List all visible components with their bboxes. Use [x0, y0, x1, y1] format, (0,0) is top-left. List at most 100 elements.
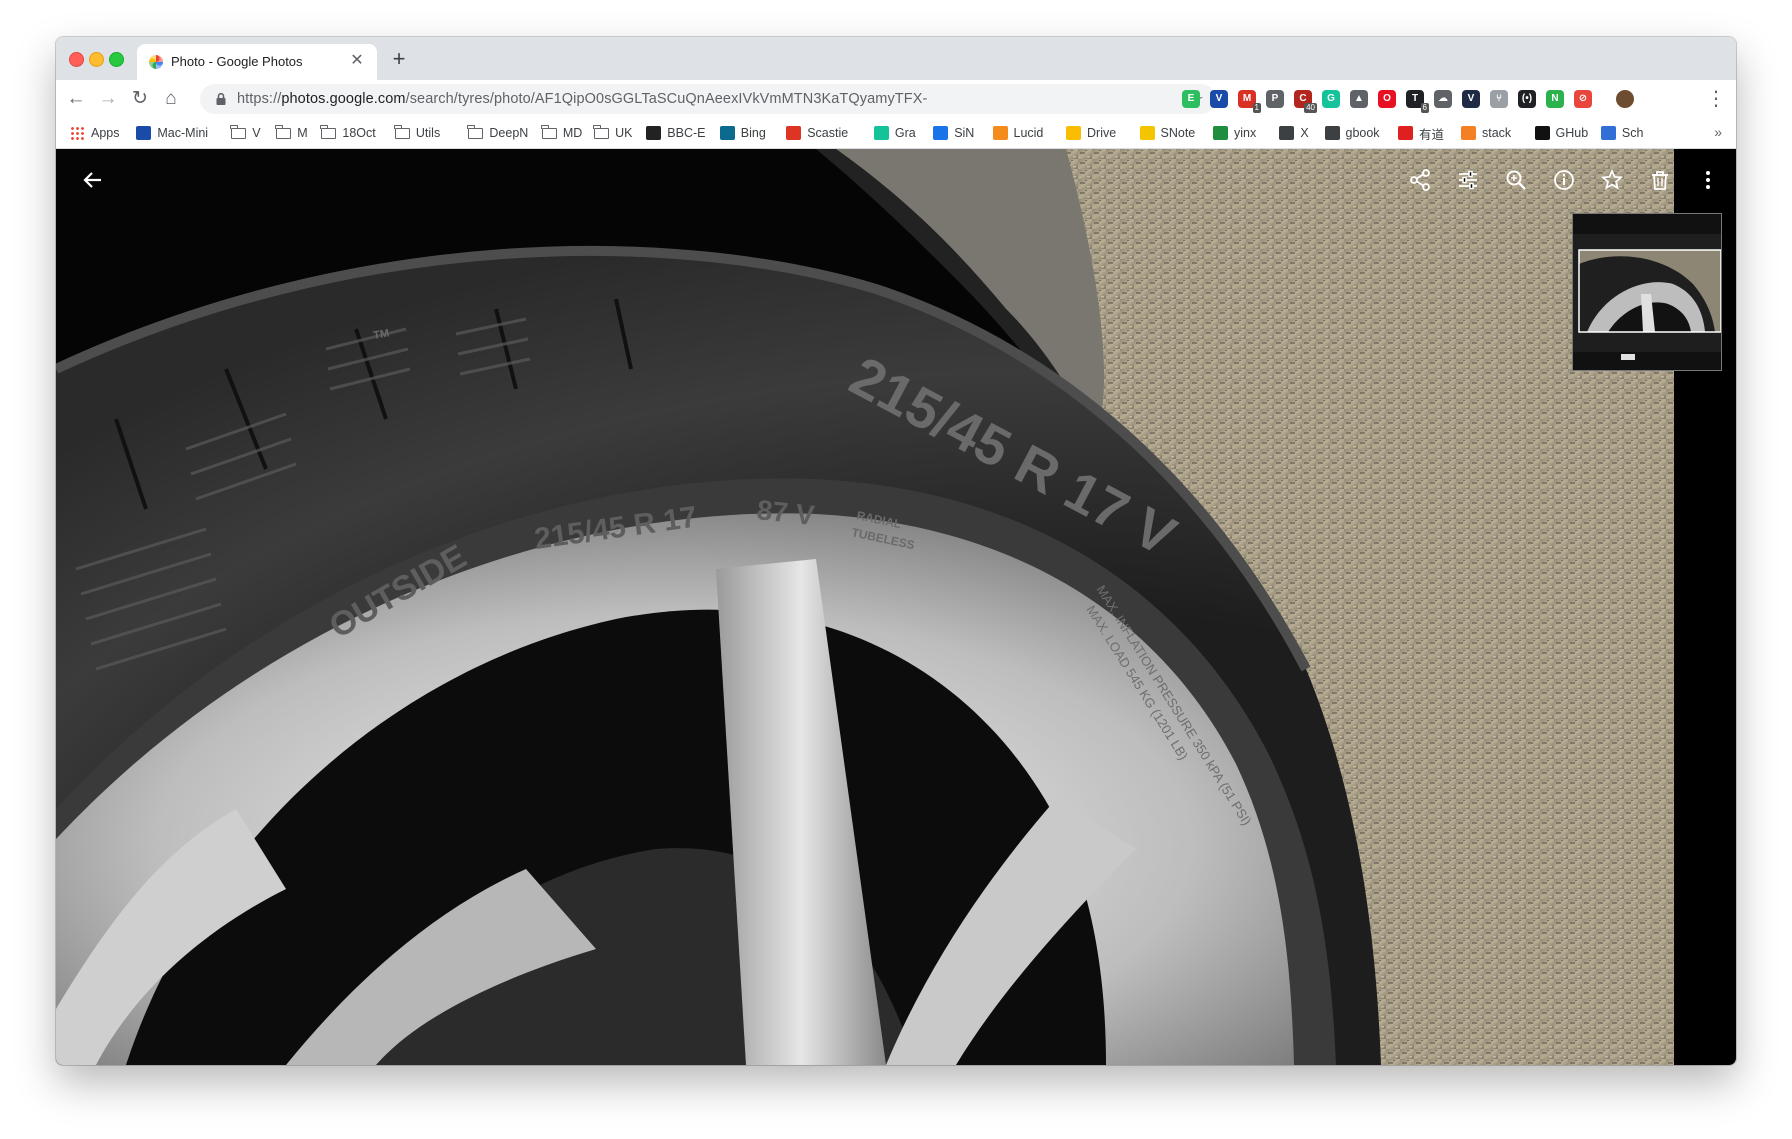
bookmark-label: Lucid	[1013, 126, 1044, 140]
bookmark-utils[interactable]: Utils	[393, 124, 441, 142]
bookmark-label: DeepN	[489, 126, 529, 140]
more-options-icon[interactable]	[1693, 165, 1723, 195]
bookmark-label: gbook	[1345, 126, 1380, 140]
zoom-icon[interactable]	[1501, 165, 1531, 195]
bookmark-label: SNote	[1160, 126, 1196, 140]
bookmark-label: GHub	[1555, 126, 1589, 140]
site-favicon-icon	[786, 126, 802, 140]
evernote-icon-glyph: E	[1187, 93, 1195, 104]
drive-ext-icon[interactable]: ▲	[1350, 90, 1368, 108]
radio-icon[interactable]: (•)	[1518, 90, 1536, 108]
address-bar[interactable]: https://photos.google.com/search/tyres/p…	[200, 84, 1216, 114]
radio-icon-glyph: (•)	[1521, 93, 1533, 104]
bookmark-ghub[interactable]: GHub	[1534, 124, 1589, 142]
new-tab-button[interactable]: +	[386, 46, 412, 72]
n-ext-icon[interactable]: N	[1546, 90, 1564, 108]
browser-menu-icon[interactable]: ⋮	[1706, 84, 1726, 114]
bookmark-label: X	[1300, 126, 1309, 140]
bookmark-stack[interactable]: stack	[1461, 124, 1511, 142]
pocket-icon[interactable]: P	[1266, 90, 1284, 108]
bookmark-label: Scastie	[807, 126, 849, 140]
bookmark-18oct[interactable]: 18Oct	[320, 124, 376, 142]
folder-icon	[467, 124, 484, 139]
bookmark-uk[interactable]: UK	[593, 124, 632, 142]
vimium-icon[interactable]: V	[1210, 90, 1228, 108]
delete-icon[interactable]	[1645, 165, 1675, 195]
bookmark-sch[interactable]: Sch	[1600, 124, 1644, 142]
bookmark-scastie[interactable]: Scastie	[786, 124, 848, 142]
tabs-icon[interactable]: T6	[1406, 90, 1429, 113]
v-ext-icon[interactable]: V	[1462, 90, 1480, 108]
back-arrow-icon[interactable]	[78, 165, 108, 195]
bookmark-bing[interactable]: Bing	[719, 124, 766, 142]
bookmark-m[interactable]: M	[275, 124, 308, 142]
bookmark-drive[interactable]: Drive	[1066, 124, 1116, 142]
forward-button[interactable]: →	[93, 84, 123, 114]
tab-google-photos[interactable]: Photo - Google Photos ✕	[137, 44, 377, 80]
back-button[interactable]: ←	[61, 84, 91, 114]
bookmark-label: V	[252, 126, 261, 140]
grammarly-icon[interactable]: G	[1322, 90, 1340, 108]
site-favicon-icon	[1398, 126, 1413, 140]
minimize-window-button[interactable]	[89, 52, 104, 67]
close-tab-icon[interactable]: ✕	[347, 51, 367, 71]
bookmark-yinx[interactable]: yinx	[1213, 124, 1256, 142]
bookmark-label: 18Oct	[342, 126, 376, 140]
home-button[interactable]: ⌂	[156, 84, 186, 114]
minimap-thumbnail	[1573, 214, 1722, 370]
reload-button[interactable]: ↻	[125, 84, 155, 114]
evernote-icon[interactable]: E	[1182, 90, 1200, 108]
fork-icon[interactable]: ⑂	[1490, 90, 1508, 108]
extension-badge: 1	[1252, 103, 1261, 113]
bookmark-snote[interactable]: SNote	[1139, 124, 1196, 142]
bookmark-md[interactable]: MD	[540, 124, 582, 142]
bookmark-sin[interactable]: SiN	[933, 124, 974, 142]
bookmark-[interactable]: 有道	[1398, 124, 1444, 142]
bookmark-label: Gra	[894, 126, 916, 140]
site-favicon-icon	[1461, 126, 1476, 140]
bookmark-label: 有道	[1419, 127, 1445, 142]
site-favicon-icon	[1324, 126, 1340, 140]
bookmark-v[interactable]: V	[230, 124, 261, 142]
site-favicon-icon	[933, 126, 949, 140]
gmail-icon[interactable]: M1	[1238, 90, 1261, 113]
cloud-icon[interactable]: ☁	[1434, 90, 1452, 108]
drive-ext-icon-glyph: ▲	[1354, 93, 1364, 104]
bookmark-gbook[interactable]: gbook	[1324, 124, 1380, 142]
bookmark-label: BBC-E	[667, 126, 706, 140]
block-icon[interactable]: ⊘	[1574, 90, 1592, 108]
bookmark-deepn[interactable]: DeepN	[467, 124, 529, 142]
opera-icon[interactable]: O	[1378, 90, 1396, 108]
bookmark-label: yinx	[1234, 126, 1257, 140]
close-window-button[interactable]	[69, 52, 84, 67]
edit-adjust-icon[interactable]	[1453, 165, 1483, 195]
calendar-icon[interactable]: C 40	[1294, 90, 1317, 113]
bookmark-apps[interactable]: Apps	[70, 124, 120, 142]
folder-icon	[593, 124, 610, 139]
bookmark-gra[interactable]: Gra	[873, 124, 916, 142]
url-text[interactable]: https://photos.google.com/search/tyres/p…	[237, 91, 927, 107]
site-favicon-icon	[1066, 126, 1081, 140]
profile-avatar[interactable]	[1616, 90, 1634, 108]
bookmark-label: Bing	[740, 126, 766, 140]
bookmark-label: Utils	[415, 126, 441, 140]
bookmark-label: Sch	[1621, 126, 1644, 140]
bookmark-lucid[interactable]: Lucid	[992, 124, 1044, 142]
lock-icon	[216, 92, 226, 105]
bookmark-label: Mac-Mini	[157, 126, 209, 140]
share-icon[interactable]	[1405, 165, 1435, 195]
folder-icon	[393, 124, 410, 139]
zoom-window-button[interactable]	[109, 52, 124, 67]
site-favicon-icon	[873, 126, 889, 140]
info-icon[interactable]	[1549, 165, 1579, 195]
site-favicon-icon	[1279, 126, 1295, 140]
bookmarks-overflow-button[interactable]: »	[1714, 124, 1722, 140]
url-host: photos.google.com	[281, 91, 406, 107]
bookmark-bbc-e[interactable]: BBC-E	[646, 124, 706, 142]
bookmark-label: Drive	[1087, 126, 1117, 140]
bookmark-x[interactable]: X	[1279, 124, 1309, 142]
favorite-star-icon[interactable]	[1597, 165, 1627, 195]
site-favicon-icon	[136, 126, 152, 140]
zoom-minimap[interactable]	[1572, 213, 1722, 371]
bookmark-mac-mini[interactable]: Mac-Mini	[136, 124, 208, 142]
